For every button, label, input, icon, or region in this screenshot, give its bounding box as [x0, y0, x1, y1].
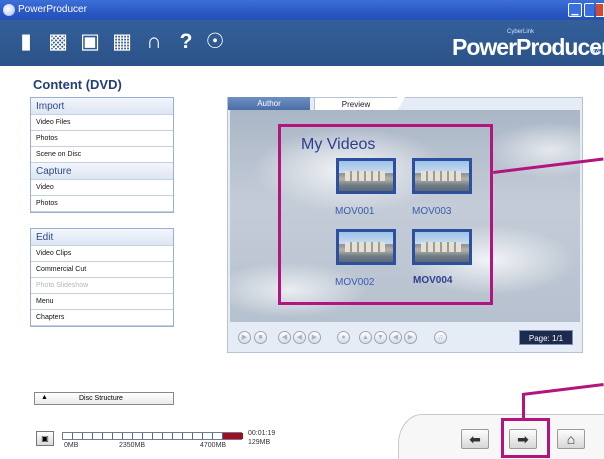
forward-icon[interactable]: ▶	[308, 331, 321, 344]
disc-structure-button[interactable]: ▲ Disc Structure	[34, 392, 174, 405]
page-title: Content (DVD)	[33, 77, 122, 92]
import-capture-panel: Import Video Files Photos Scene on Disc …	[30, 97, 174, 213]
down-icon[interactable]: ▼	[374, 331, 387, 344]
volume-icon[interactable]: ♫	[434, 331, 447, 344]
minimize-button[interactable]: ▁	[568, 3, 582, 17]
edit-header: Edit	[31, 229, 173, 246]
app-icon	[3, 4, 15, 16]
import-video-files[interactable]: Video Files	[31, 115, 173, 131]
help-icon[interactable]: ?	[174, 30, 198, 54]
callout-line	[522, 393, 525, 419]
home-icon: ⌂	[566, 431, 576, 447]
edit-menu[interactable]: Menu	[31, 294, 173, 310]
highlight-box-next	[501, 418, 550, 458]
maximize-button[interactable]	[584, 3, 594, 17]
new-icon[interactable]: ▮	[14, 30, 38, 54]
tab-preview[interactable]: Preview	[314, 97, 405, 111]
brand-logo: CyberLink PowerProducer v4	[452, 29, 604, 60]
open-icon[interactable]: ▩	[46, 30, 70, 54]
edit-photo-slideshow: Photo Slideshow	[31, 278, 173, 294]
save-as-icon[interactable]: ▦	[110, 30, 134, 54]
page-indicator: Page: 1/1	[519, 330, 573, 345]
right-icon[interactable]: ▶	[404, 331, 417, 344]
info-icon[interactable]: ☉	[203, 30, 227, 54]
highlight-box-menu	[278, 124, 493, 305]
stop-icon[interactable]: ■	[254, 331, 267, 344]
left-icon[interactable]: ◀	[389, 331, 402, 344]
save-icon[interactable]: ▣	[78, 30, 102, 54]
edit-commercial-cut[interactable]: Commercial Cut	[31, 262, 173, 278]
import-scene-on-disc[interactable]: Scene on Disc	[31, 147, 173, 163]
rewind-icon[interactable]: ◀	[293, 331, 306, 344]
capacity-tick-label: 0MB	[64, 442, 79, 449]
previous-icon[interactable]: ◀	[278, 331, 291, 344]
capture-video[interactable]: Video	[31, 180, 173, 196]
capacity-bar	[62, 432, 243, 440]
capacity-tick-label: 2350MB	[119, 442, 146, 449]
edit-chapters[interactable]: Chapters	[31, 310, 173, 326]
play-icon[interactable]: ▶	[238, 331, 251, 344]
capacity-used	[223, 433, 243, 439]
size-label: 129MB	[248, 439, 271, 446]
capture-header: Capture	[31, 163, 173, 180]
up-icon[interactable]: ▲	[359, 331, 372, 344]
capture-photos[interactable]: Photos	[31, 196, 173, 212]
back-arrow-icon: ⬅	[469, 431, 481, 447]
edit-video-clips[interactable]: Video Clips	[31, 246, 173, 262]
triangle-up-icon: ▲	[41, 394, 48, 401]
import-header: Import	[31, 98, 173, 115]
player-controls: ▶ ■ ◀ ◀ ▶ ● ▲ ▼ ◀ ▶ ♫ Page: 1/1	[230, 322, 580, 352]
menu-icon[interactable]: ●	[337, 331, 350, 344]
disc-icon[interactable]: ▣	[36, 431, 54, 446]
import-photos[interactable]: Photos	[31, 131, 173, 147]
back-button[interactable]: ⬅	[461, 429, 489, 449]
capacity-tick-label: 4700MB	[200, 442, 227, 449]
close-button[interactable]	[596, 3, 604, 17]
edit-panel: Edit Video Clips Commercial Cut Photo Sl…	[30, 228, 174, 327]
title-bar: PowerProducer ▁	[0, 0, 604, 20]
callout-line	[522, 383, 604, 396]
toolbar: ▮ ▩ ▣ ▦ ∩ ? ☉ CyberLink PowerProducer v4	[0, 20, 604, 66]
window-title: PowerProducer	[18, 4, 87, 15]
home-button[interactable]: ⌂	[557, 429, 585, 449]
duration-label: 00:01:19	[248, 430, 276, 437]
tab-author[interactable]: Author	[228, 97, 310, 110]
settings-icon[interactable]: ∩	[142, 30, 166, 54]
